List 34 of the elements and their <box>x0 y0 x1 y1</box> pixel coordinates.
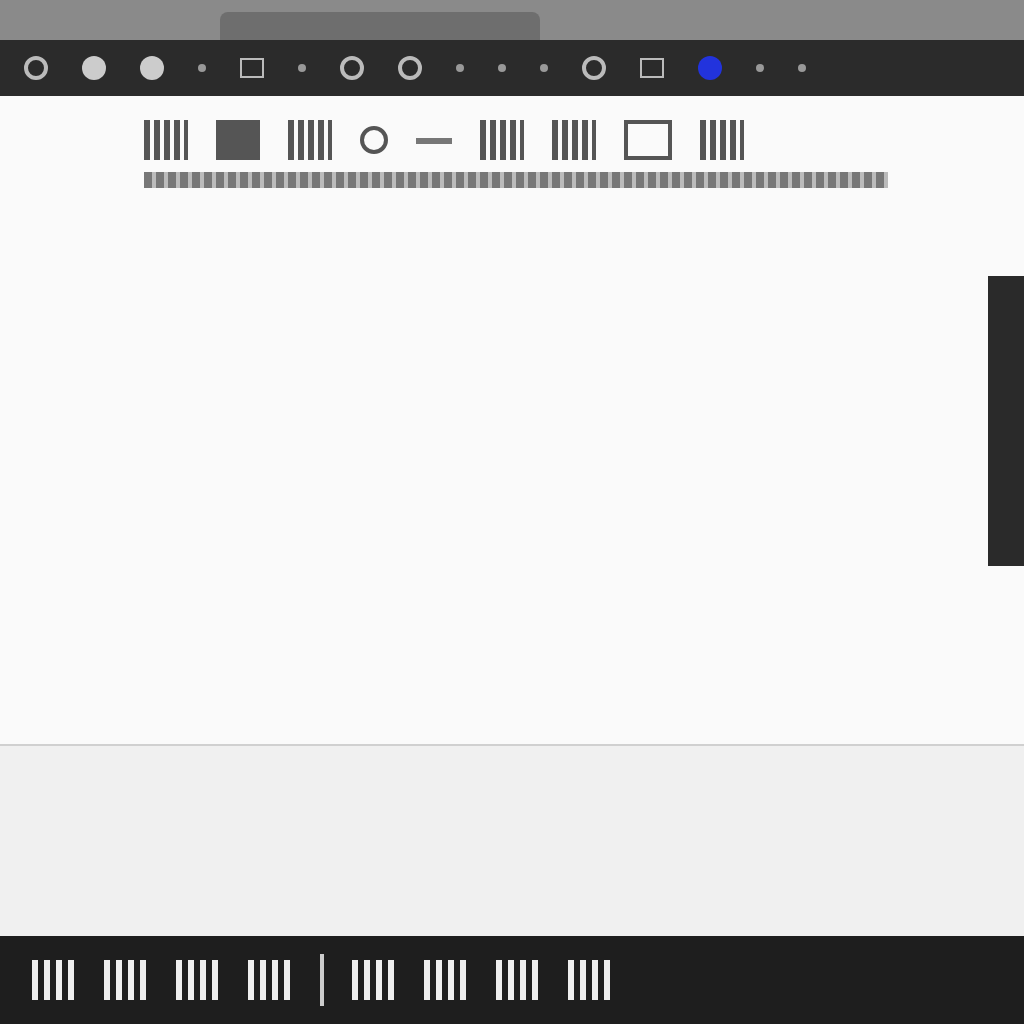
app-icon[interactable] <box>568 960 612 1000</box>
dot-icon[interactable] <box>798 64 806 72</box>
symbol-icon[interactable] <box>144 120 188 160</box>
dot-icon[interactable] <box>540 64 548 72</box>
symbol-icon[interactable] <box>700 120 744 160</box>
circle-icon[interactable] <box>340 56 364 80</box>
dot-icon[interactable] <box>756 64 764 72</box>
separator-icon <box>320 954 324 1006</box>
app-icon[interactable] <box>248 960 292 1000</box>
dash-icon[interactable] <box>416 137 452 143</box>
dot-icon[interactable] <box>298 64 306 72</box>
circle-icon[interactable] <box>360 126 388 154</box>
app-icon[interactable] <box>176 960 220 1000</box>
app-icon[interactable] <box>352 960 396 1000</box>
square-icon[interactable] <box>640 58 664 78</box>
circle-icon[interactable] <box>24 56 48 80</box>
app-icon[interactable] <box>32 960 76 1000</box>
tile-icon[interactable] <box>216 120 260 160</box>
dot-icon[interactable] <box>456 64 464 72</box>
color-dot-icon[interactable] <box>698 56 722 80</box>
round-icon[interactable] <box>82 56 106 80</box>
symbol-icon[interactable] <box>552 120 596 160</box>
app-icon[interactable] <box>104 960 148 1000</box>
frame-icon[interactable] <box>624 120 672 160</box>
app-icon[interactable] <box>496 960 540 1000</box>
circle-icon[interactable] <box>582 56 606 80</box>
app-icon[interactable] <box>424 960 468 1000</box>
symbol-icon[interactable] <box>288 120 332 160</box>
circle-icon[interactable] <box>398 56 422 80</box>
square-icon[interactable] <box>240 58 264 78</box>
dot-icon[interactable] <box>198 64 206 72</box>
symbol-icon[interactable] <box>480 120 524 160</box>
round-icon[interactable] <box>140 56 164 80</box>
dot-icon[interactable] <box>498 64 506 72</box>
